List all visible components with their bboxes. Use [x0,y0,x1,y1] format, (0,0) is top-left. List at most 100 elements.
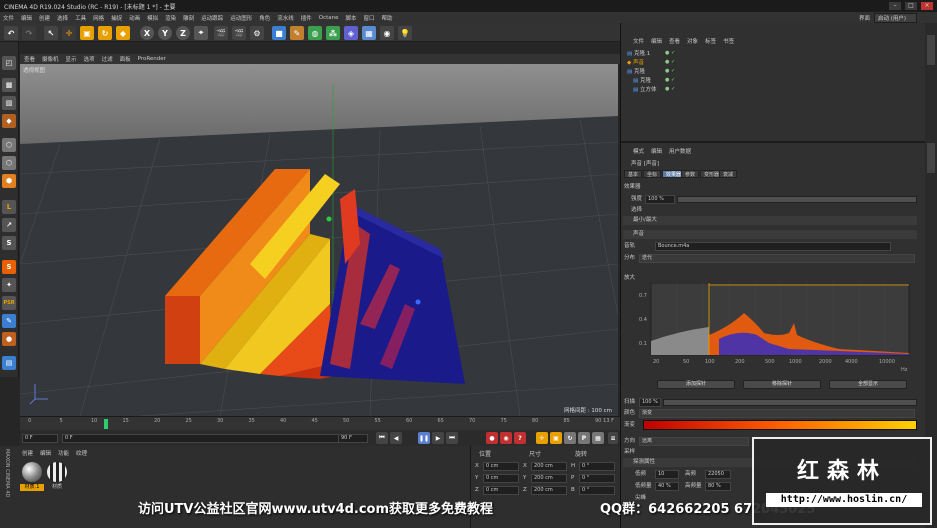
menu-item[interactable]: 渲染 [165,14,176,22]
material-2-label[interactable]: 材质 [45,484,69,491]
attribute-menu-item[interactable]: 编辑 [651,147,662,155]
side-tab-attributes[interactable] [927,143,935,173]
sculpt-icon[interactable]: S [2,260,16,274]
menu-item[interactable]: 插件 [301,14,312,22]
object-row[interactable]: ▤ 克隆 [633,77,693,85]
menu-item[interactable]: 角色 [259,14,270,22]
object-name[interactable]: 立方体 [640,87,657,93]
perspective-viewport[interactable]: 透视视图 网格间距 : 100 cm [20,64,618,416]
object-menu-item[interactable]: 对象 [687,37,698,45]
track-file-field[interactable]: Bounce.m4a [655,242,891,251]
gizmo-handle-blue[interactable] [415,299,421,305]
maximize-button[interactable]: □ [905,2,917,10]
object-menu-item[interactable]: 标签 [705,37,716,45]
material-menu-item[interactable]: 创建 [22,449,33,457]
visibility-dots-icon[interactable]: ● ✓ [665,86,675,92]
attribute-menu-item[interactable]: 用户数据 [669,147,691,155]
z-axis-icon[interactable]: Z [176,26,190,40]
menu-item[interactable]: 文件 [3,14,14,22]
keyframe-icon[interactable]: ? [514,432,526,444]
camera-icon[interactable]: ◉ [380,26,394,40]
object-menu-item[interactable]: 编辑 [651,37,662,45]
coord-size[interactable]: 200 cm [531,486,567,495]
low-field[interactable]: 10 [655,470,679,479]
coord-pos[interactable]: 0 cm [483,486,519,495]
material-1-label[interactable]: 材质.1 [20,484,44,491]
viewport-menu-item[interactable]: 显示 [66,55,77,63]
point-mode-icon[interactable]: ⬡ [2,138,16,152]
autokey-icon[interactable]: ◉ [500,432,512,444]
menu-item[interactable]: 帮助 [382,14,393,22]
timeline-ruler[interactable]: 13 F 0 5 10 15 20 25 30 35 40 45 50 55 60 65 70 75 80 85 9… [20,416,620,430]
x-axis-icon[interactable]: X [140,26,154,40]
menu-item[interactable]: 运动跟踪 [201,14,223,22]
graph-button[interactable]: 全部显示 [829,380,907,389]
strength-field[interactable]: 100 % [645,195,675,204]
object-row[interactable]: ▤ 克隆 [627,68,687,76]
strength-slider[interactable] [677,196,917,203]
object-row[interactable]: ▤ 克隆.1 [627,50,687,58]
frequency-graph[interactable]: 0.7 0.4 0.1 20 50 100 200 500 1000 2000 4000 10000 H… [639,283,919,375]
paint-icon[interactable]: ● [2,332,16,346]
polygon-mode-icon[interactable]: ⬢ [2,174,16,188]
record-icon[interactable]: ● [486,432,498,444]
minmax-section[interactable]: 最小/最大 [623,216,917,225]
menu-item[interactable]: 窗口 [364,14,375,22]
highfreq-field[interactable]: 80 % [705,482,731,491]
first-frame-icon[interactable]: ⏮ [376,432,388,444]
menu-item[interactable]: Octane [319,15,339,21]
rotate-icon[interactable]: ↻ [98,26,112,40]
attribute-tab[interactable]: 基本 [624,170,643,178]
timeline-menu-icon[interactable]: ≡ [608,432,618,444]
object-name[interactable]: 克隆.1 [634,51,650,57]
subdivision-icon[interactable]: ◍ [308,26,322,40]
distribution-select[interactable]: 迭代 [639,254,915,263]
last-frame-icon[interactable]: ⏭ [446,432,458,444]
start-frame-field[interactable]: 0 F [22,434,58,443]
coord-rot[interactable]: 0 ° [579,462,615,471]
next-key-icon[interactable]: ▶ [432,432,444,444]
tweak-icon[interactable]: ↗ [2,218,16,232]
visibility-dots-icon[interactable]: ● ✓ [665,50,675,56]
scale-key-icon[interactable]: ▣ [550,432,562,444]
gain-field[interactable]: 100 % [639,398,661,407]
sketch-icon[interactable]: ✦ [2,278,16,292]
material-2-preview[interactable] [47,462,67,482]
attribute-tab[interactable]: 坐标 [643,170,662,178]
snap-icon[interactable]: S [2,236,16,250]
sound-section[interactable]: 声音 [623,230,917,239]
workplane-icon[interactable]: ◆ [2,114,16,128]
filter-select[interactable]: 渐变 [639,409,915,418]
object-menu-item[interactable]: 文件 [633,37,644,45]
move-icon[interactable]: ✛ [62,26,76,40]
coord-size[interactable]: 200 cm [531,462,567,471]
menu-item[interactable]: 运动图形 [230,14,252,22]
render-picture-icon[interactable]: 🎬 [232,26,246,40]
menu-item[interactable]: 雕刻 [183,14,194,22]
menu-item[interactable]: 编辑 [21,14,32,22]
material-menu-item[interactable]: 编辑 [40,449,51,457]
direction-select[interactable]: 远离 [639,437,749,446]
attribute-tab[interactable]: 衰减 [719,170,738,178]
menu-item[interactable]: 模拟 [147,14,158,22]
coord-system-icon[interactable]: ⌖ [194,26,208,40]
attribute-tab[interactable]: 参数 [681,170,700,178]
material-1-preview[interactable] [22,462,42,482]
redo-icon[interactable]: ↷ [22,26,36,40]
psr-icon[interactable]: PSR [2,296,16,310]
object-name[interactable]: 克隆 [640,78,651,84]
y-axis-icon[interactable]: Y [158,26,172,40]
prev-key-icon[interactable]: ◀ [390,432,402,444]
visibility-dots-icon[interactable]: ● ✓ [665,77,675,83]
coord-pos[interactable]: 0 cm [483,474,519,483]
menu-item[interactable]: 创建 [39,14,50,22]
attribute-menu-item[interactable]: 模式 [633,147,644,155]
viewport-menu-item[interactable]: 过滤 [102,55,113,63]
viewport-menu-item[interactable]: ProRender [138,56,166,62]
lowfreq-field[interactable]: 40 % [655,482,679,491]
graph-button[interactable]: 移除探针 [743,380,821,389]
rotate-key-icon[interactable]: ↻ [564,432,576,444]
gain-slider[interactable] [663,399,917,406]
side-tab-objects[interactable] [927,35,935,65]
coord-rot[interactable]: 0 ° [579,474,615,483]
